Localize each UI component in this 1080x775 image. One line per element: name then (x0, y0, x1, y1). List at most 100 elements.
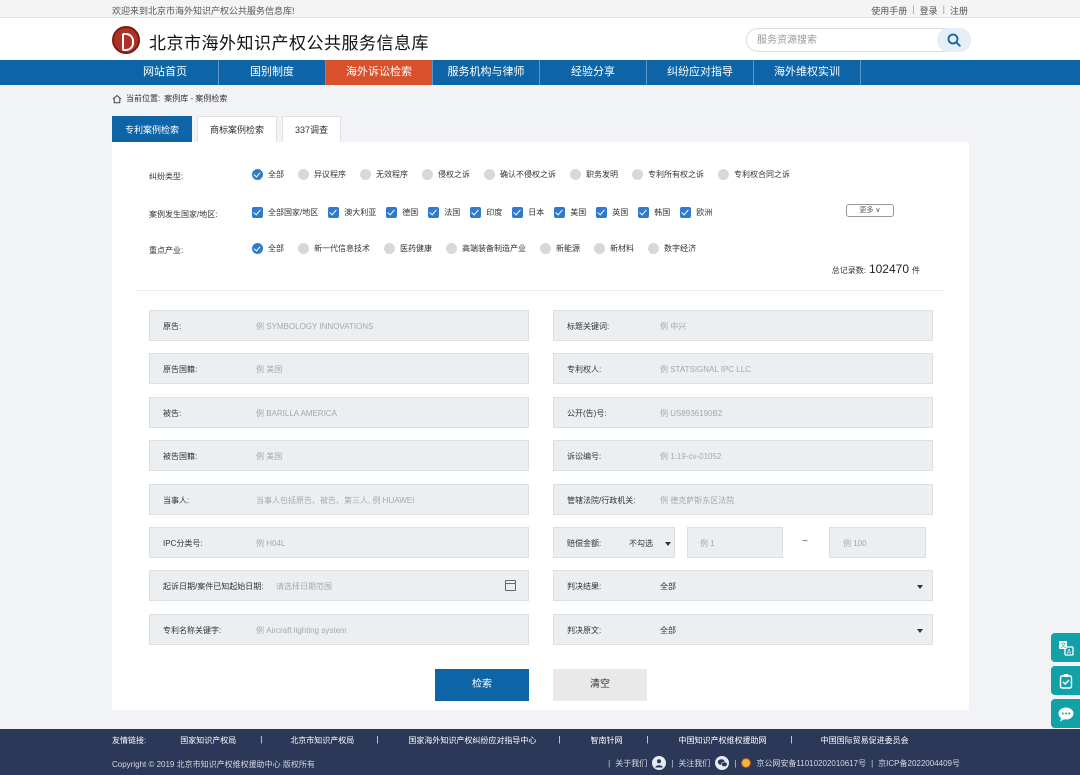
radio[interactable] (446, 243, 457, 254)
radio[interactable] (594, 243, 605, 254)
more-countries-button[interactable]: 更多 ∨ (846, 204, 894, 217)
party-input[interactable] (256, 493, 516, 507)
result-select[interactable]: 全部 (660, 581, 676, 592)
nav-rights-training[interactable]: 海外维权实训 (754, 60, 861, 85)
checkbox[interactable] (638, 207, 650, 218)
radio[interactable] (540, 243, 551, 254)
breadcrumb-path[interactable]: 案例库 - 案例检索 (164, 93, 227, 104)
checkbox[interactable] (470, 207, 482, 218)
radio[interactable] (648, 243, 659, 254)
tab-patent[interactable]: 专利案例检索 (112, 116, 193, 142)
dispute-option-all[interactable]: 全部 (252, 169, 284, 180)
user-icon[interactable] (652, 756, 667, 770)
float-chat-button[interactable] (1051, 699, 1080, 728)
dispute-option-ownership[interactable]: 专利所有权之诉 (632, 169, 704, 180)
checkbox[interactable] (252, 207, 263, 218)
follow-link[interactable]: 关注我们 (678, 758, 710, 769)
friend-link[interactable]: 国家知识产权局 (180, 735, 236, 746)
friend-link[interactable]: 中国国际贸易促进委员会 (821, 735, 909, 746)
nav-overseas-litigation[interactable]: 海外诉讼检索 (326, 60, 433, 85)
dispute-option-opposition[interactable]: 异议程序 (298, 169, 346, 180)
register-link[interactable]: 注册 (950, 4, 968, 17)
nav-home[interactable]: 网站首页 (112, 60, 219, 85)
radio[interactable] (298, 243, 309, 254)
court-input[interactable] (660, 493, 910, 507)
compensation-select[interactable]: 不勾选 (629, 538, 653, 549)
nav-country-system[interactable]: 国别制度 (219, 60, 326, 85)
tab-337[interactable]: 337调查 (282, 116, 342, 142)
checkbox[interactable] (680, 207, 692, 218)
country-option-germany[interactable]: 德国 (386, 207, 418, 218)
country-option-europe[interactable]: 欧洲 (680, 207, 712, 218)
dispute-option-invalidation[interactable]: 无效程序 (360, 169, 408, 180)
country-option-france[interactable]: 法国 (428, 207, 460, 218)
country-option-australia[interactable]: 澳大利亚 (328, 207, 376, 218)
patent-keyword-input[interactable] (256, 623, 516, 637)
dispute-option-non-infringement[interactable]: 确认不侵权之诉 (484, 169, 556, 180)
chevron-down-icon[interactable] (917, 629, 923, 633)
industry-option-it[interactable]: 新一代信息技术 (298, 243, 370, 254)
industry-option-materials[interactable]: 新材料 (594, 243, 634, 254)
float-translate-button[interactable]: 文A (1051, 633, 1080, 662)
checkbox[interactable] (328, 207, 340, 218)
radio[interactable] (484, 169, 495, 180)
radio[interactable] (298, 169, 309, 180)
search-submit-button[interactable]: 检索 (435, 669, 529, 701)
judgment-text-field[interactable]: 判决原文: 全部 (553, 614, 933, 645)
plaintiff-nationality-input[interactable] (256, 362, 516, 376)
country-option-usa[interactable]: 美国 (554, 207, 586, 218)
radio[interactable] (252, 243, 263, 254)
police-record[interactable]: 京公网安备11010202010617号 (756, 758, 866, 769)
friend-link[interactable]: 国家海外知识产权纠纷应对指导中心 (408, 735, 536, 746)
radio[interactable] (422, 169, 433, 180)
dispute-option-contract[interactable]: 专利权合同之诉 (718, 169, 790, 180)
industry-option-all[interactable]: 全部 (252, 243, 284, 254)
compensation-min-input[interactable] (700, 536, 776, 550)
nav-agencies-lawyers[interactable]: 服务机构与律师 (433, 60, 540, 85)
defendant-input[interactable] (256, 406, 516, 420)
country-option-uk[interactable]: 英国 (596, 207, 628, 218)
float-clipboard-button[interactable] (1051, 666, 1080, 695)
checkbox[interactable] (554, 207, 566, 218)
defendant-nationality-input[interactable] (256, 449, 516, 463)
checkbox[interactable] (596, 207, 608, 218)
radio[interactable] (252, 169, 263, 180)
checkbox[interactable] (386, 207, 398, 218)
clear-button[interactable]: 清空 (553, 669, 647, 701)
radio[interactable] (632, 169, 643, 180)
industry-option-manufacturing[interactable]: 高端装备制造产业 (446, 243, 526, 254)
plaintiff-input[interactable] (256, 319, 516, 333)
tab-trademark[interactable]: 商标案例检索 (197, 116, 278, 142)
calendar-icon[interactable] (505, 580, 516, 591)
title-keyword-input[interactable] (660, 319, 910, 333)
nav-experience[interactable]: 经验分享 (540, 60, 647, 85)
radio[interactable] (718, 169, 729, 180)
search-button[interactable] (937, 28, 971, 52)
judgment-text-select[interactable]: 全部 (660, 625, 676, 636)
industry-option-energy[interactable]: 新能源 (540, 243, 580, 254)
friend-link[interactable]: 智南针网 (590, 735, 622, 746)
industry-option-health[interactable]: 医药健康 (384, 243, 432, 254)
radio[interactable] (360, 169, 371, 180)
nav-dispute-guidance[interactable]: 纠纷应对指导 (647, 60, 754, 85)
country-option-korea[interactable]: 韩国 (638, 207, 670, 218)
checkbox[interactable] (428, 207, 440, 218)
dispute-option-infringement[interactable]: 侵权之诉 (422, 169, 470, 180)
friend-link[interactable]: 北京市知识产权局 (290, 735, 354, 746)
radio[interactable] (384, 243, 395, 254)
friend-link[interactable]: 中国知识产权维权援助网 (679, 735, 767, 746)
result-field[interactable]: 判决结果: 全部 (553, 570, 933, 601)
search-input[interactable] (757, 32, 927, 49)
ipc-input[interactable] (256, 536, 516, 550)
dispute-option-service-invention[interactable]: 职务发明 (570, 169, 618, 180)
case-number-input[interactable] (660, 449, 910, 463)
pub-number-input[interactable] (660, 406, 910, 420)
site-logo[interactable] (112, 26, 140, 54)
icp-record[interactable]: 京ICP备2022004409号 (878, 758, 960, 769)
wechat-icon[interactable] (715, 756, 730, 770)
patentee-input[interactable] (660, 362, 910, 376)
date-range-input[interactable] (276, 579, 476, 593)
chevron-down-icon[interactable] (917, 585, 923, 589)
country-option-all[interactable]: 全部国家/地区 (252, 207, 318, 218)
country-option-india[interactable]: 印度 (470, 207, 502, 218)
